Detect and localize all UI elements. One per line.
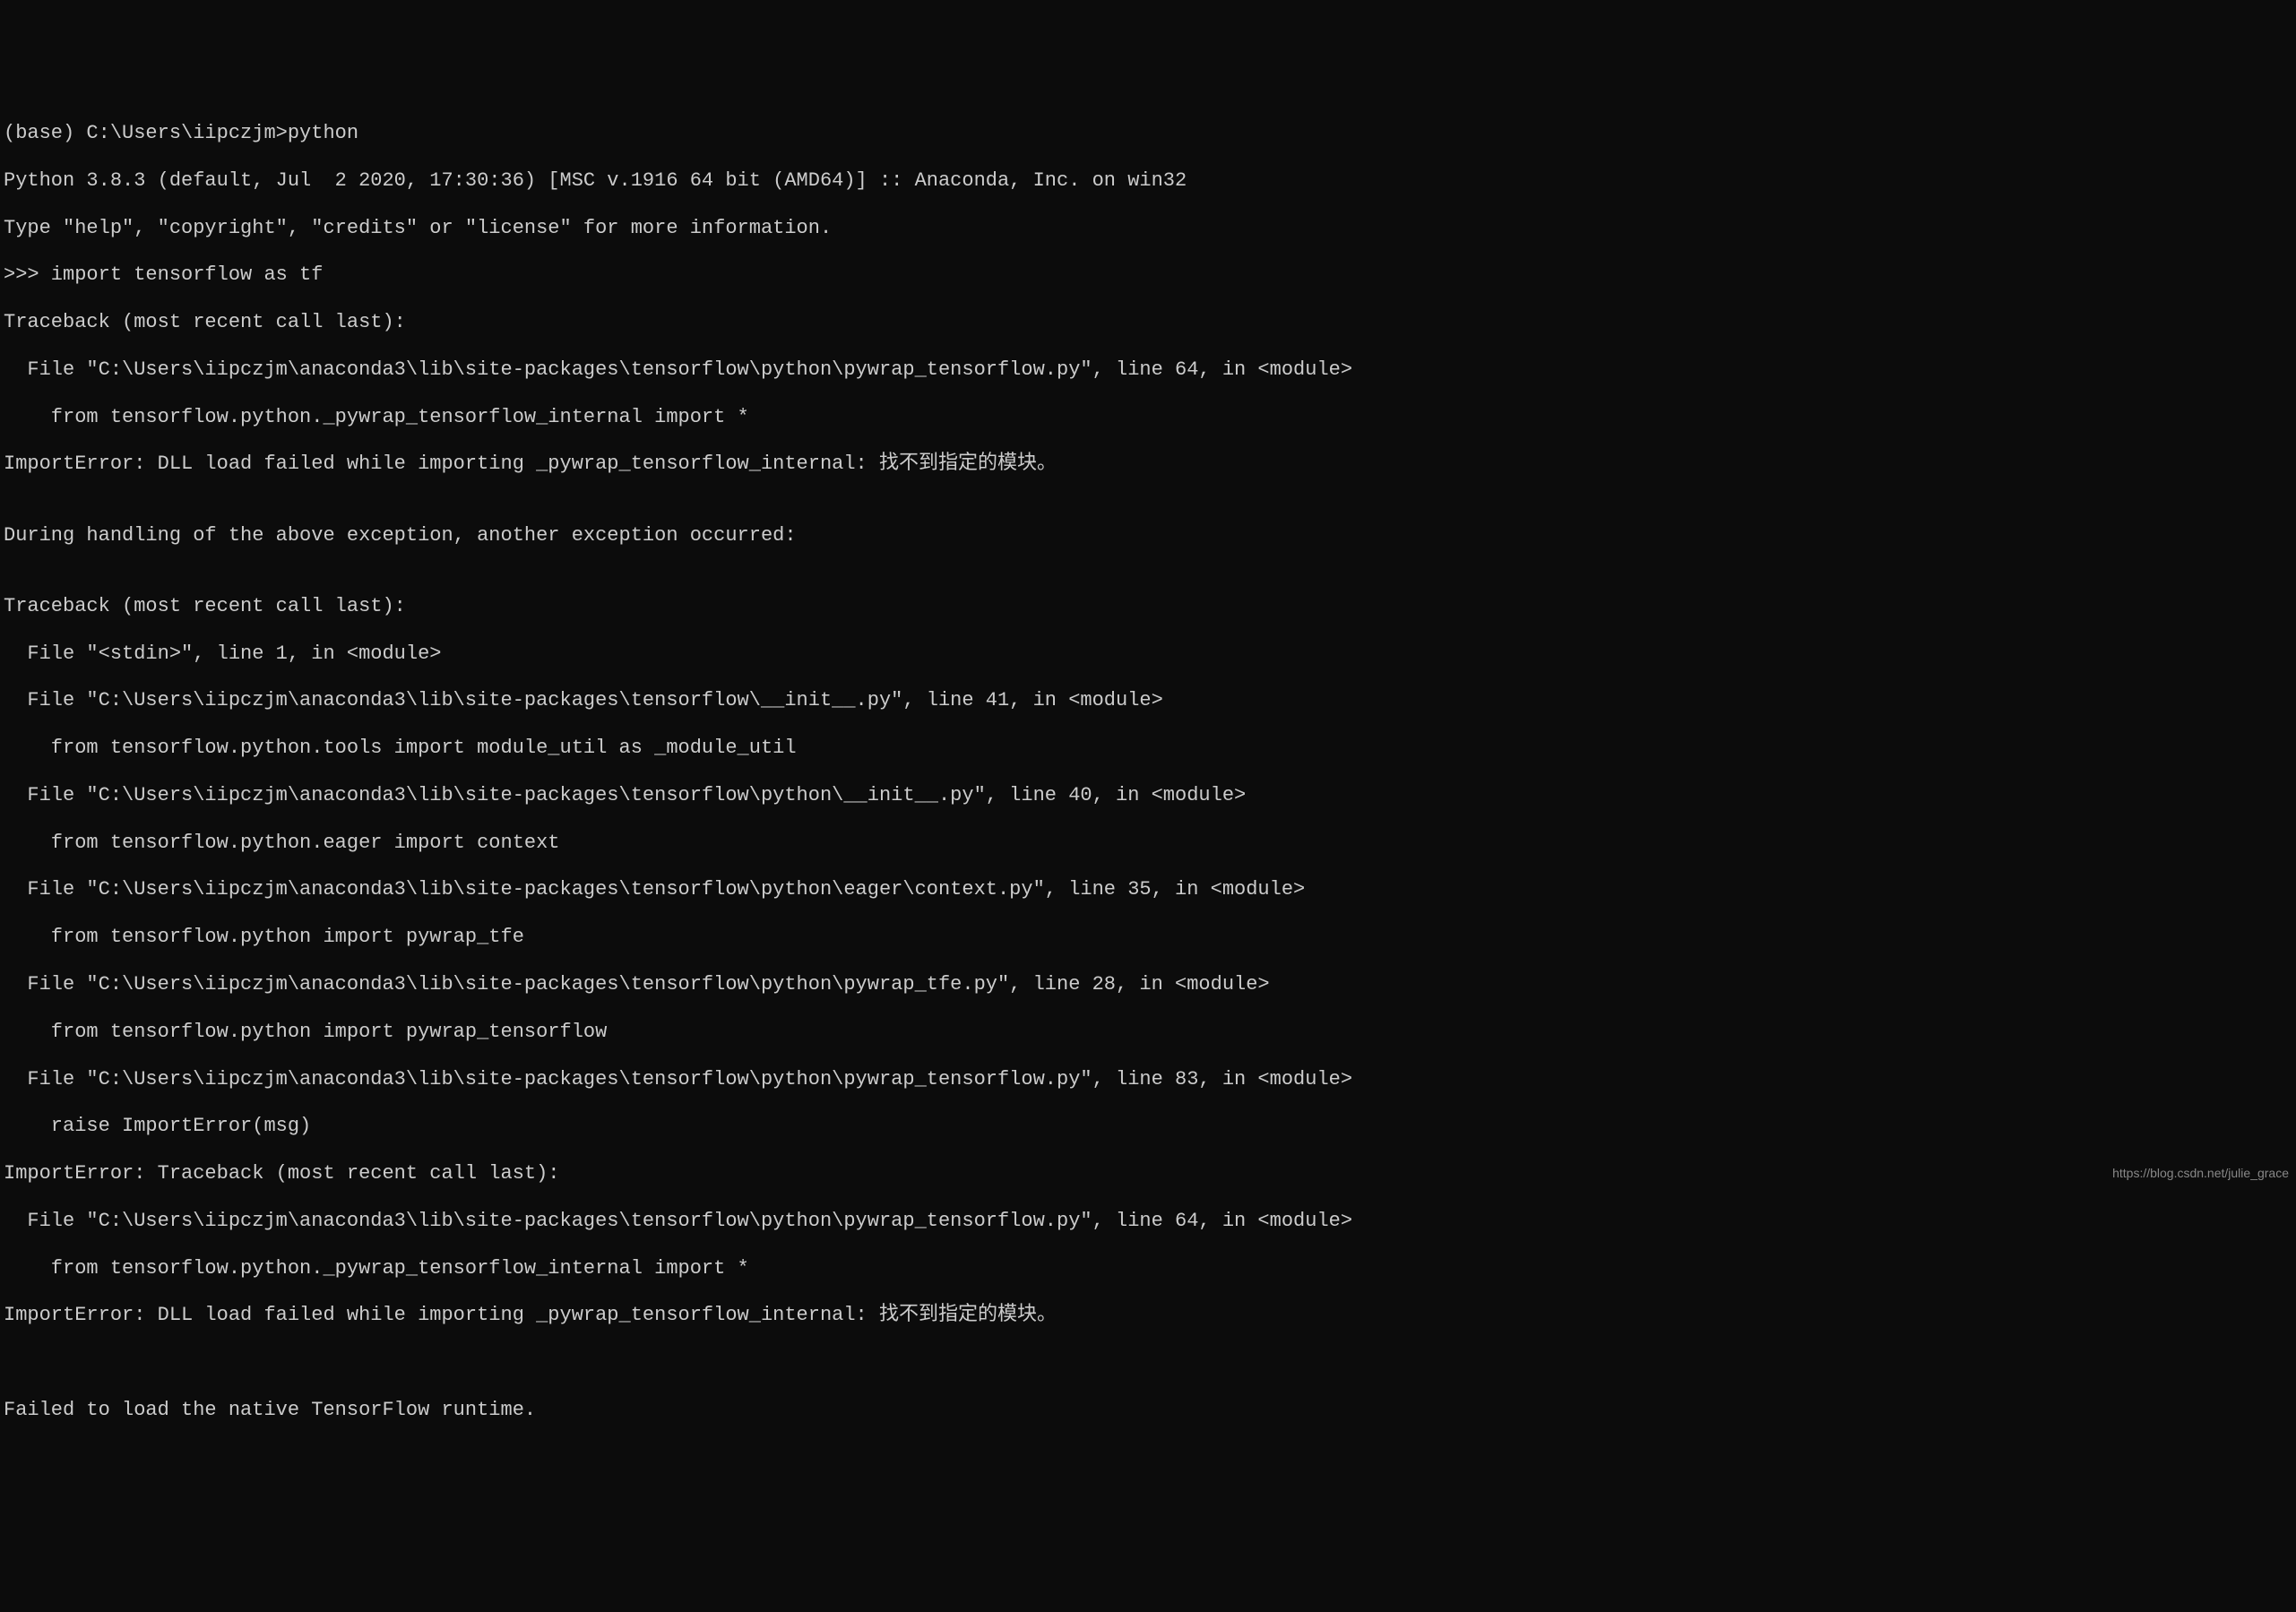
terminal-output[interactable]: (base) C:\Users\iipczjm>python Python 3.… (4, 99, 2292, 1446)
terminal-line: Type "help", "copyright", "credits" or "… (4, 217, 2292, 240)
terminal-line: from tensorflow.python import pywrap_ten… (4, 1021, 2292, 1044)
terminal-line: Traceback (most recent call last): (4, 595, 2292, 618)
terminal-line: from tensorflow.python._pywrap_tensorflo… (4, 406, 2292, 429)
terminal-line: File "C:\Users\iipczjm\anaconda3\lib\sit… (4, 973, 2292, 996)
terminal-line: from tensorflow.python.eager import cont… (4, 832, 2292, 855)
terminal-line: from tensorflow.python._pywrap_tensorflo… (4, 1257, 2292, 1280)
terminal-line: File "C:\Users\iipczjm\anaconda3\lib\sit… (4, 689, 2292, 712)
terminal-line: from tensorflow.python.tools import modu… (4, 737, 2292, 760)
watermark-text: https://blog.csdn.net/julie_grace (2112, 1166, 2289, 1181)
terminal-line: from tensorflow.python import pywrap_tfe (4, 926, 2292, 949)
terminal-line: File "C:\Users\iipczjm\anaconda3\lib\sit… (4, 358, 2292, 382)
terminal-line: File "C:\Users\iipczjm\anaconda3\lib\sit… (4, 784, 2292, 807)
terminal-line: File "C:\Users\iipczjm\anaconda3\lib\sit… (4, 878, 2292, 901)
terminal-line: File "C:\Users\iipczjm\anaconda3\lib\sit… (4, 1068, 2292, 1091)
terminal-line: >>> import tensorflow as tf (4, 263, 2292, 287)
terminal-line: raise ImportError(msg) (4, 1115, 2292, 1138)
terminal-line: ImportError: DLL load failed while impor… (4, 453, 2292, 476)
terminal-line: ImportError: DLL load failed while impor… (4, 1304, 2292, 1327)
terminal-line: During handling of the above exception, … (4, 524, 2292, 547)
terminal-line: Traceback (most recent call last): (4, 311, 2292, 334)
terminal-line: File "<stdin>", line 1, in <module> (4, 642, 2292, 666)
terminal-line: (base) C:\Users\iipczjm>python (4, 122, 2292, 145)
terminal-line: Python 3.8.3 (default, Jul 2 2020, 17:30… (4, 169, 2292, 193)
terminal-line: Failed to load the native TensorFlow run… (4, 1399, 2292, 1422)
terminal-line: File "C:\Users\iipczjm\anaconda3\lib\sit… (4, 1210, 2292, 1233)
